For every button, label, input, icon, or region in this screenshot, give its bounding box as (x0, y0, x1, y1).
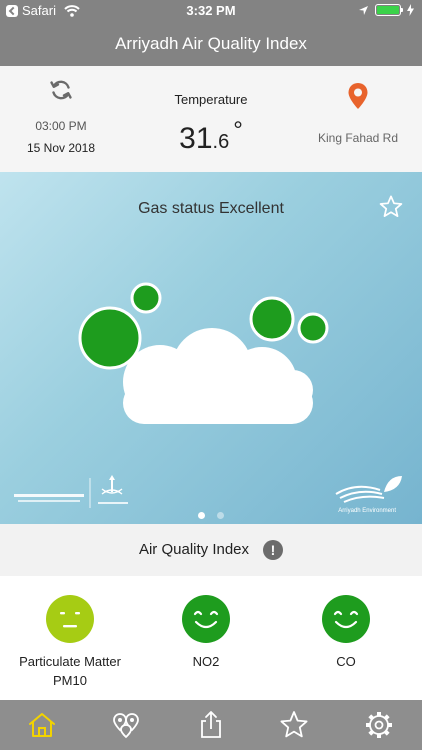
info-row: 03:00 PM 15 Nov 2018 Temperature 31.6 ° K… (0, 66, 422, 172)
reading-time: 03:00 PM (35, 119, 87, 133)
star-icon[interactable] (278, 709, 310, 741)
temperature-decimal: .6 (212, 131, 230, 153)
pollutant-name: CO (336, 654, 356, 669)
info-icon[interactable]: ! (263, 540, 284, 560)
aqi-title: Air Quality Index (138, 541, 250, 558)
gas-status-text: Gas status Excellent (138, 200, 284, 217)
temperature-value: 31.6 ° (130, 117, 292, 156)
location-name: King Fahad Rd (317, 131, 399, 145)
page-dot-1[interactable] (197, 512, 205, 519)
location-arrow-icon (359, 5, 368, 15)
smiley-face-icon (322, 595, 370, 643)
pollutant-no2[interactable]: NO2 (136, 594, 276, 671)
pollutant-pm10[interactable]: Particulate Matter PM10 (0, 594, 140, 690)
temperature-unit: ° (233, 117, 243, 144)
gear-icon[interactable] (363, 709, 395, 741)
page-dot-2[interactable] (217, 512, 225, 519)
status-bar: Safari 3:32 PM (0, 0, 422, 22)
refresh-icon[interactable] (49, 78, 73, 102)
home-icon[interactable] (26, 709, 58, 741)
pollutant-name: NO2 (192, 654, 220, 669)
pollutant-name-line1: Particulate Matter (19, 654, 121, 669)
pollutant-name: Particulate Matter PM10 (0, 652, 140, 690)
app-title: Arriyadh Air Quality Index (0, 22, 422, 66)
location-selector[interactable]: King Fahad Rd (312, 82, 404, 145)
banner-page-indicator[interactable] (0, 506, 422, 524)
pollutant-name-line2: PM10 (53, 673, 87, 688)
reading-date: 15 Nov 2018 (26, 141, 96, 155)
temperature-label: Temperature (174, 92, 248, 107)
charging-icon (407, 4, 414, 16)
map-pins-icon[interactable] (110, 709, 142, 741)
share-icon[interactable] (195, 709, 227, 741)
tab-bar (0, 700, 422, 750)
location-pin-icon (348, 83, 368, 109)
temperature-integer: 31 (179, 122, 213, 155)
gas-status-banner[interactable]: Gas status Excellent Arriyadh Environmen… (0, 172, 422, 524)
neutral-face-icon (46, 595, 94, 643)
pollutant-co[interactable]: CO (276, 594, 416, 671)
aqi-header: Air Quality Index ! (0, 524, 422, 576)
pollutant-list: Particulate Matter PM10 NO2 CO (0, 576, 422, 700)
smiley-face-icon (182, 595, 230, 643)
favorite-star-icon[interactable] (378, 194, 404, 220)
battery-icon (375, 4, 403, 16)
